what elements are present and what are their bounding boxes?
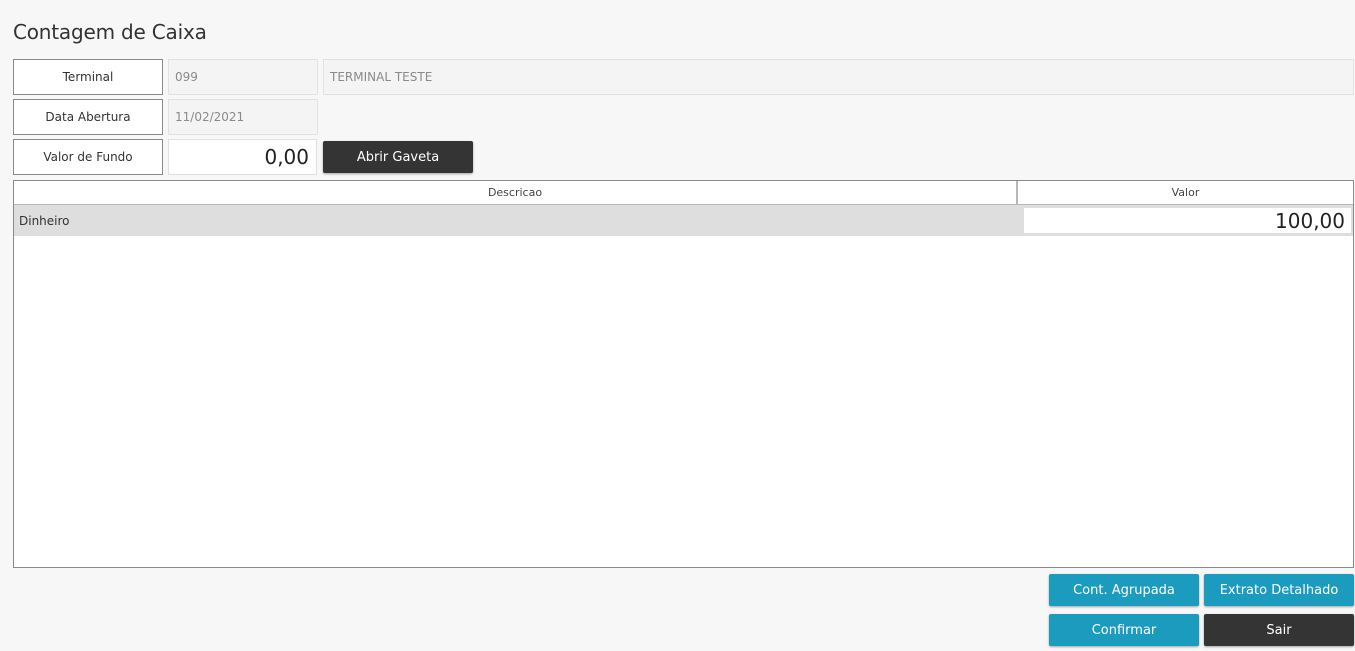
- valor-fundo-input[interactable]: 0,00: [168, 139, 317, 175]
- data-abertura-field: 11/02/2021: [168, 99, 318, 135]
- terminal-label: Terminal: [13, 59, 163, 95]
- grid-header: Descricao Valor: [14, 181, 1353, 205]
- row-descricao: Dinheiro: [19, 213, 70, 228]
- data-abertura-label: Data Abertura: [13, 99, 163, 135]
- confirmar-button[interactable]: Confirmar: [1049, 614, 1199, 646]
- terminal-code-field: 099: [168, 59, 318, 95]
- row-valor-input[interactable]: 100,00: [1024, 208, 1351, 233]
- column-header-descricao[interactable]: Descricao: [14, 181, 1018, 204]
- column-header-valor[interactable]: Valor: [1018, 181, 1353, 204]
- valor-fundo-label: Valor de Fundo: [13, 139, 163, 175]
- counting-grid: Descricao Valor Dinheiro 100,00: [13, 180, 1354, 568]
- table-row[interactable]: Dinheiro 100,00: [14, 205, 1353, 236]
- cont-agrupada-button[interactable]: Cont. Agrupada: [1049, 574, 1199, 606]
- contagem-caixa-screen: Contagem de Caixa Terminal 099 TERMINAL …: [0, 0, 1355, 651]
- extrato-detalhado-button[interactable]: Extrato Detalhado: [1204, 574, 1354, 606]
- sair-button[interactable]: Sair: [1204, 614, 1354, 646]
- page-title: Contagem de Caixa: [13, 20, 207, 44]
- abrir-gaveta-button[interactable]: Abrir Gaveta: [323, 141, 473, 173]
- terminal-name-field: TERMINAL TESTE: [323, 59, 1354, 95]
